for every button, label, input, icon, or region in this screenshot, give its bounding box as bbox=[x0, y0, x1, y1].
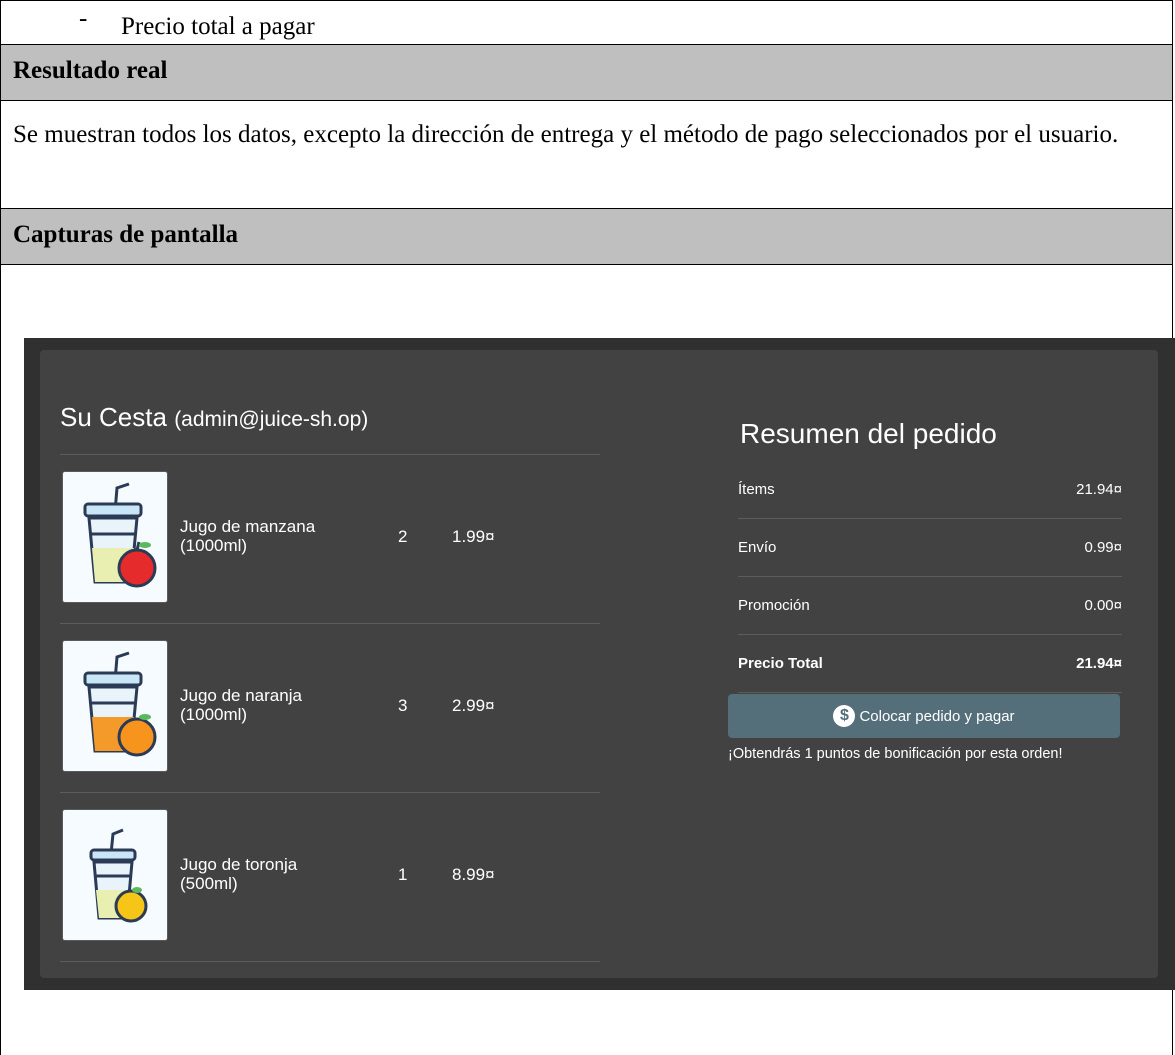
summary-value: 21.94¤ bbox=[1076, 481, 1122, 498]
summary-label: Ítems bbox=[738, 481, 775, 498]
summary-label: Promoción bbox=[738, 597, 810, 614]
screenshots-heading: Capturas de pantalla bbox=[13, 221, 239, 248]
bullet-marker: - bbox=[79, 5, 88, 32]
item-name: Jugo de manzana (1000ml) bbox=[180, 517, 316, 555]
summary-value: 21.94¤ bbox=[1076, 655, 1122, 672]
item-name: Jugo de toronja (500ml) bbox=[180, 855, 298, 893]
result-text: Se muestran todos los datos, excepto la … bbox=[13, 121, 1119, 148]
basket-item: Jugo de toronja (500ml) 1 8.99¤ bbox=[60, 793, 600, 961]
basket-item: Jugo de naranja (1000ml) 3 2.99¤ bbox=[60, 624, 600, 792]
item-price: 1.99¤ bbox=[452, 527, 495, 546]
item-name: Jugo de naranja (1000ml) bbox=[180, 686, 302, 724]
summary-row-shipping: Envío 0.99¤ bbox=[738, 519, 1122, 577]
basket-user-email: (admin@juice-sh.op) bbox=[174, 408, 369, 431]
summary-value: 0.99¤ bbox=[1084, 539, 1122, 556]
place-order-button[interactable]: $ Colocar pedido y pagar bbox=[728, 694, 1120, 738]
place-order-label: Colocar pedido y pagar bbox=[859, 707, 1015, 725]
item-quantity: 2 bbox=[398, 527, 408, 546]
dollar-icon: $ bbox=[833, 705, 856, 727]
result-text-row: Se muestran todos los datos, excepto la … bbox=[0, 100, 1173, 208]
result-heading: Resultado real bbox=[13, 57, 168, 84]
item-price: 2.99¤ bbox=[452, 696, 495, 715]
summary-row-items: Ítems 21.94¤ bbox=[738, 461, 1122, 519]
basket-card: Su Cesta (admin@juice-sh.op) Jugo de man… bbox=[40, 350, 1158, 978]
basket-divider bbox=[60, 961, 600, 962]
basket-title: Su Cesta (admin@juice-sh.op) bbox=[60, 402, 368, 433]
grapefruit-juice-icon bbox=[62, 809, 168, 941]
basket-title-text: Su Cesta bbox=[60, 402, 167, 432]
summary-label: Envío bbox=[738, 539, 777, 556]
bullet-row: - Precio total a pagar bbox=[0, 0, 1173, 44]
screenshots-heading-row: Capturas de pantalla bbox=[0, 208, 1173, 264]
basket-item: Jugo de manzana (1000ml) 2 1.99¤ bbox=[60, 455, 600, 623]
order-summary-title: Resumen del pedido bbox=[740, 418, 997, 449]
orange-juice-icon bbox=[62, 640, 168, 772]
summary-row-promotion: Promoción 0.00¤ bbox=[738, 577, 1122, 635]
bonus-points-text: ¡Obtendrás 1 puntos de bonificación por … bbox=[728, 746, 1063, 762]
summary-row-total: Precio Total 21.94¤ bbox=[738, 635, 1122, 693]
summary-label: Precio Total bbox=[738, 655, 823, 672]
test-report-table: - Precio total a pagar Resultado real Se… bbox=[0, 0, 1175, 1055]
item-price: 8.99¤ bbox=[452, 865, 495, 884]
summary-value: 0.00¤ bbox=[1084, 597, 1122, 614]
item-quantity: 1 bbox=[398, 865, 408, 884]
item-quantity: 3 bbox=[398, 696, 408, 715]
bullet-text: Precio total a pagar bbox=[121, 13, 315, 40]
apple-juice-icon bbox=[62, 471, 168, 603]
result-heading-row: Resultado real bbox=[0, 44, 1173, 100]
basket-screenshot: Su Cesta (admin@juice-sh.op) Jugo de man… bbox=[24, 338, 1175, 990]
